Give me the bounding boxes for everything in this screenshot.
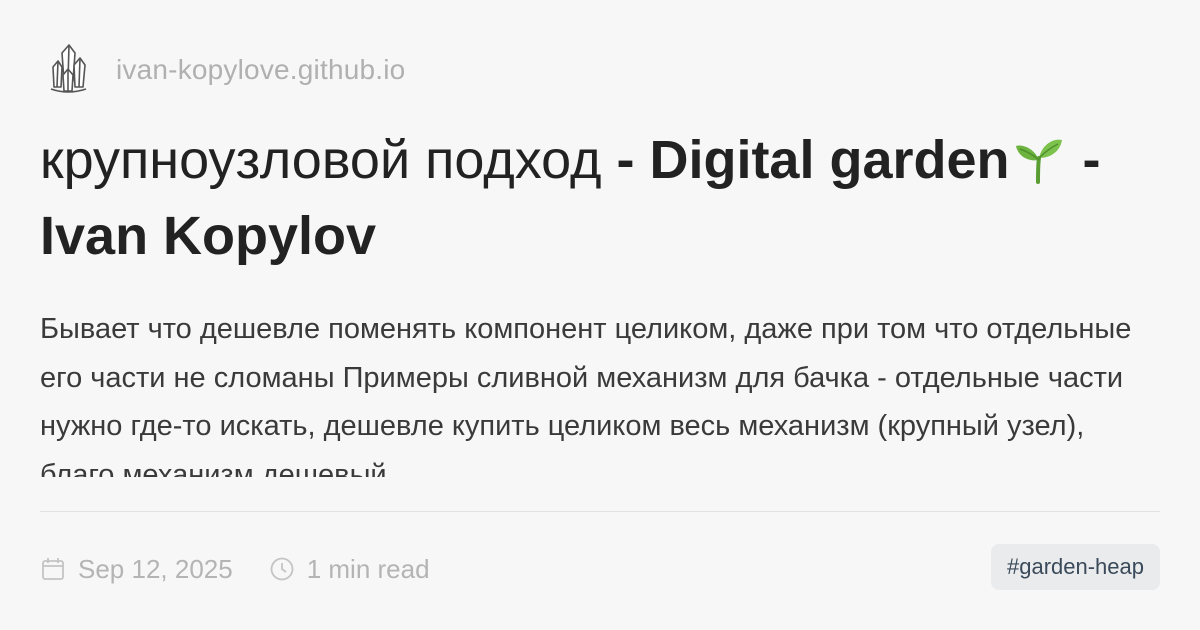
tag-badge[interactable]: #garden-heap [990,544,1160,590]
title-main: крупноузловой подход [40,130,602,190]
page-description: Бывает что дешевле поменять компонент це… [40,313,1132,477]
post-meta: Sep 12, 2025 1 min read [40,546,430,592]
site-url[interactable]: ivan-kopylove.github.io [116,54,405,86]
read-time-item: 1 min read [269,554,430,585]
crystal-icon [46,42,90,98]
clock-icon [270,557,294,581]
divider [40,511,1160,512]
date-item: Sep 12, 2025 [40,554,233,585]
site-header: ivan-kopylove.github.io [46,42,405,98]
page-title: крупноузловой подход - Digital garden - … [40,122,1160,274]
og-card: ivan-kopylove.github.io крупноузловой по… [0,0,1200,630]
calendar-icon [42,558,64,580]
seedling-icon [1014,128,1064,184]
post-date: Sep 12, 2025 [78,553,233,584]
title-garden: - Digital garden [601,130,1010,190]
read-time: 1 min read [306,553,430,584]
